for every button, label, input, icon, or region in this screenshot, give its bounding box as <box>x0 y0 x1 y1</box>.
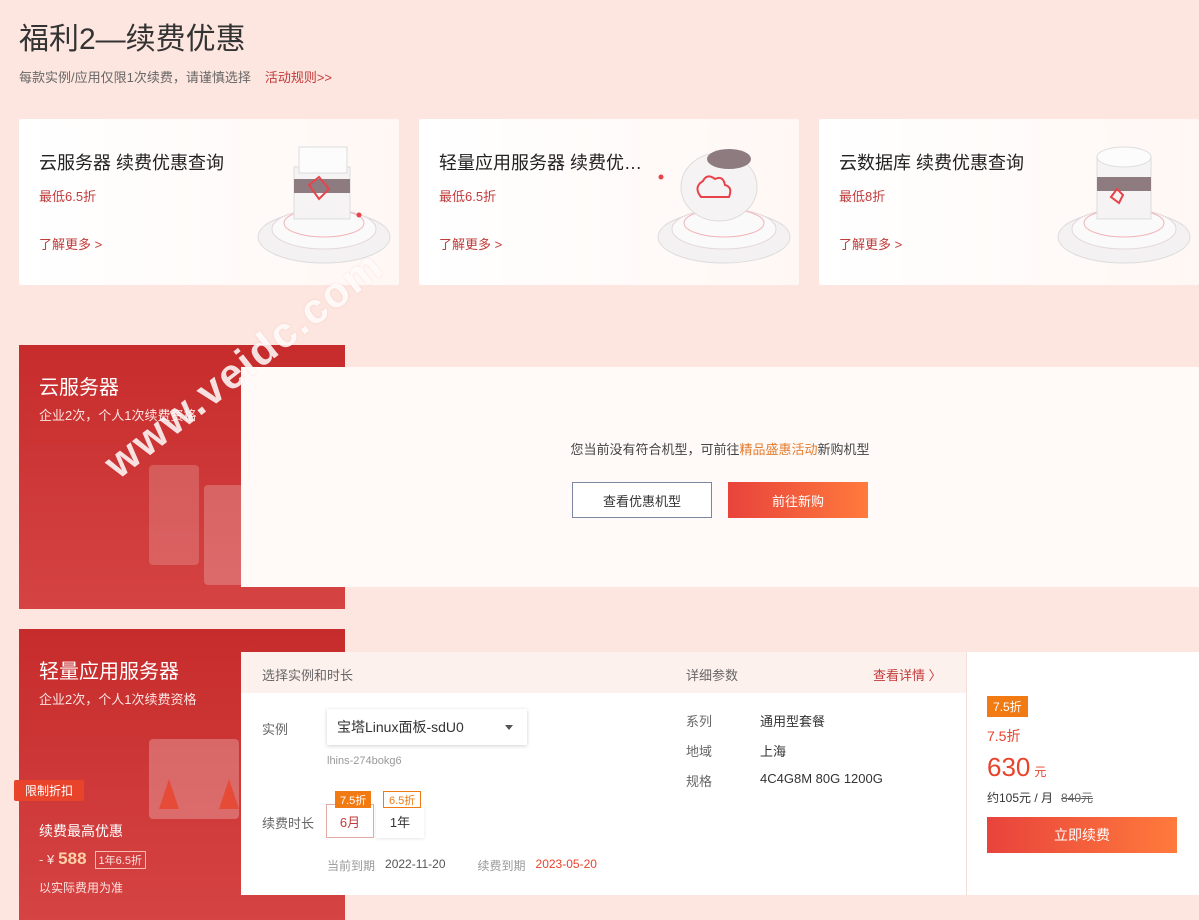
duration-1y-option[interactable]: 1年 <box>376 804 424 838</box>
empty-suffix: 新购机型 <box>817 442 870 457</box>
lighthouse-subtitle: 企业2次，个人1次续费资格 <box>39 692 197 707</box>
best-offer-label: 续费最高优惠 <box>39 823 123 839</box>
current-expiry-label: 当前到期 <box>327 859 376 873</box>
best-prefix: - ¥ <box>39 852 55 867</box>
price-note: 以实际费用为准 <box>39 881 124 895</box>
price-amount: 630 <box>987 752 1031 782</box>
cvm-empty-box: 您当前没有符合机型，可前往精品盛惠活动新购机型 查看优惠机型 前往新购 <box>241 367 1199 587</box>
instance-id: lhins-274bokg6 <box>327 755 402 767</box>
best-offer-price: - ¥ 588 1年6.5折 <box>39 849 146 869</box>
box-header: 选择实例和时长 详细参数 查看详情 〉 <box>241 652 966 693</box>
param-label: 系列 <box>686 714 713 729</box>
expiry-dates: 当前到期 2022-11-20 续费到期 2023-05-20 <box>327 857 597 874</box>
price-column: 7.5折 7.5折 630 元 约105元 / 月 840元 立即续费 <box>987 652 1199 895</box>
price-tag: 7.5折 <box>987 696 1028 717</box>
subtitle-text: 每款实例/应用仅限1次续费，请谨慎选择 <box>19 70 251 85</box>
cvm-title: 云服务器 <box>39 377 119 399</box>
param-label: 地域 <box>686 744 713 759</box>
header-params: 详细参数 <box>686 668 739 683</box>
instance-value: 宝塔Linux面板-sdU0 <box>337 719 464 735</box>
renew-now-button[interactable]: 立即续费 <box>987 817 1177 853</box>
chevron-down-icon <box>505 725 513 730</box>
card-discount: 最低6.5折 <box>39 189 97 204</box>
empty-message: 您当前没有符合机型，可前往精品盛惠活动新购机型 <box>241 439 1199 458</box>
duration-6m-option[interactable]: 6月 <box>326 804 374 838</box>
duration-label: 续费时长 <box>262 816 315 831</box>
cloud-illustration-icon <box>657 149 791 264</box>
lighthouse-renew-box: 选择实例和时长 详细参数 查看详情 〉 实例 宝塔Linux面板-sdU0 lh… <box>241 652 1199 895</box>
price-unit: 元 <box>1034 765 1047 779</box>
param-value: 上海 <box>760 744 787 759</box>
header-select-instance: 选择实例和时长 <box>262 668 354 683</box>
card-database[interactable]: 云数据库 续费优惠查询 最低8折 了解更多 > <box>819 119 1199 285</box>
card-title: 云数据库 续费优惠查询 <box>839 153 1024 173</box>
database-illustration-icon <box>1057 146 1191 264</box>
activity-link[interactable]: 精品盛惠活动 <box>739 442 817 457</box>
learn-more-link[interactable]: 了解更多 > <box>39 234 102 253</box>
column-divider <box>966 652 967 895</box>
page-title: 福利2—续费优惠 <box>19 23 246 56</box>
best-amount: 588 <box>58 849 87 868</box>
card-title: 轻量应用服务器 续费优惠查询 <box>439 153 659 173</box>
param-value: 4C4G8M 80G 1200G <box>760 771 883 786</box>
monthly-text: 约105元 / 月 <box>987 791 1054 805</box>
rules-link[interactable]: 活动规则>> <box>265 70 332 85</box>
price-discount: 7.5折 <box>987 728 1021 744</box>
instance-label: 实例 <box>262 722 289 737</box>
page-subtitle: 每款实例/应用仅限1次续费，请谨慎选择 活动规则>> <box>19 67 332 86</box>
monthly-price: 约105元 / 月 840元 <box>987 789 1093 806</box>
go-buy-button[interactable]: 前往新购 <box>728 482 868 518</box>
param-label: 规格 <box>686 774 713 789</box>
best-tag: 1年6.5折 <box>94 851 146 869</box>
instance-select[interactable]: 宝塔Linux面板-sdU0 <box>327 709 527 745</box>
empty-prefix: 您当前没有符合机型，可前往 <box>570 442 740 457</box>
cvm-subtitle: 企业2次，个人1次续费资格 <box>39 408 197 423</box>
card-lighthouse[interactable]: 轻量应用服务器 续费优惠查询 最低6.5折 了解更多 > <box>419 119 799 285</box>
card-discount: 最低6.5折 <box>439 189 497 204</box>
param-value: 通用型套餐 <box>760 714 826 729</box>
view-offers-button[interactable]: 查看优惠机型 <box>572 482 712 518</box>
card-discount: 最低8折 <box>839 189 886 204</box>
server-illustration-icon <box>257 146 391 264</box>
learn-more-link[interactable]: 了解更多 > <box>839 234 902 253</box>
view-details-link[interactable]: 查看详情 〉 <box>873 665 942 684</box>
renew-expiry-date: 2023-05-20 <box>535 857 597 871</box>
duration-1y-tag: 6.5折 <box>383 791 422 808</box>
renew-expiry-label: 续费到期 <box>477 859 526 873</box>
price-total: 630 元 <box>987 752 1046 783</box>
limit-discount-badge: 限制折扣 <box>14 780 84 801</box>
card-title: 云服务器 续费优惠查询 <box>39 153 224 173</box>
product-cards: 云服务器 续费优惠查询 最低6.5折 了解更多 > 轻量应用服务器 续费优惠查询… <box>19 119 1199 285</box>
original-price: 840元 <box>1061 791 1094 805</box>
current-expiry-date: 2022-11-20 <box>385 857 446 871</box>
card-cvm[interactable]: 云服务器 续费优惠查询 最低6.5折 了解更多 > <box>19 119 399 285</box>
lighthouse-title: 轻量应用服务器 <box>39 661 179 683</box>
learn-more-link[interactable]: 了解更多 > <box>439 234 502 253</box>
duration-6m-tag: 7.5折 <box>335 791 372 808</box>
